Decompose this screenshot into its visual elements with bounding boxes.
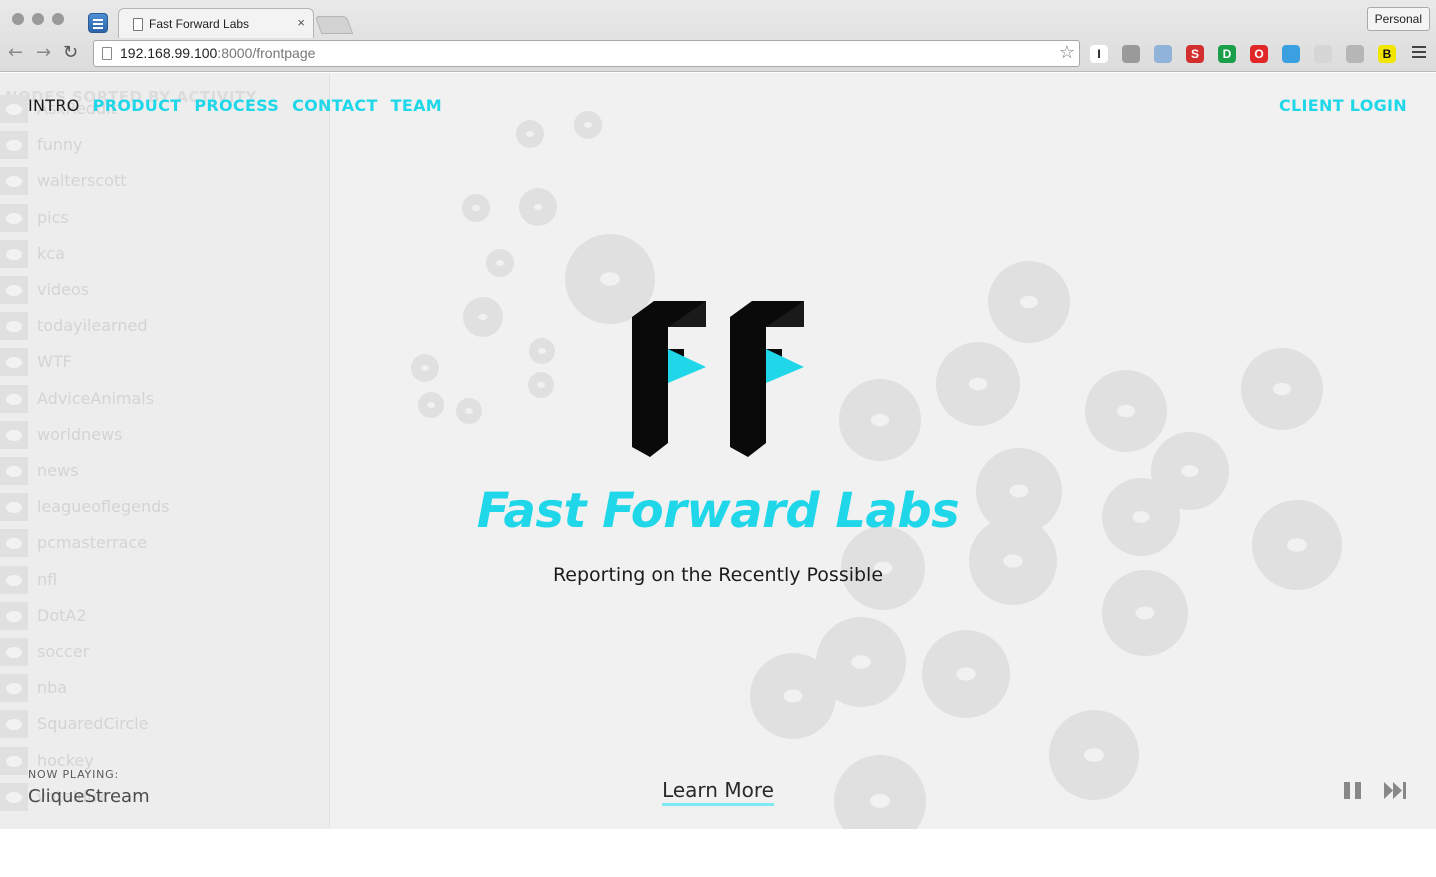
bubble-glyph: [783, 689, 803, 703]
nav-team[interactable]: TEAM: [391, 96, 442, 115]
bird-icon[interactable]: [1282, 45, 1300, 63]
browser-tab[interactable]: Fast Forward Labs ×: [118, 8, 314, 38]
skip-next-icon[interactable]: [1384, 782, 1406, 799]
bookmark-star-icon[interactable]: ☆: [1059, 42, 1075, 63]
bubble-glyph: [584, 122, 592, 128]
bubble-glyph: [526, 131, 534, 137]
bubble-glyph: [465, 408, 473, 414]
pause-icon[interactable]: [1344, 782, 1362, 799]
close-tab-icon[interactable]: ×: [297, 15, 305, 30]
new-tab-button[interactable]: [314, 16, 354, 34]
client-login-link[interactable]: CLIENT LOGIN: [1279, 96, 1407, 115]
image-extension-icon[interactable]: [1346, 45, 1364, 63]
instapaper-icon[interactable]: I: [1090, 45, 1108, 63]
bubble-glyph: [533, 204, 543, 210]
address-bar[interactable]: 192.168.99.100:8000/frontpage ☆: [93, 40, 1080, 67]
d-extension-icon[interactable]: D: [1218, 45, 1236, 63]
window-bottom-area: [0, 829, 1436, 877]
site-nav: INTRO PRODUCT PROCESS CONTACT TEAM: [28, 96, 442, 115]
brand-title: Fast Forward Labs: [476, 483, 960, 539]
browser-chrome: Fast Forward Labs × Personal ← → ↻ 192.1…: [0, 0, 1436, 72]
page-icon: [102, 47, 112, 60]
camera-icon[interactable]: [1154, 45, 1172, 63]
bubble-glyph: [1272, 382, 1292, 396]
bubble-glyph: [1019, 295, 1039, 309]
bubble-glyph: [472, 205, 480, 211]
bubble-glyph: [1084, 748, 1104, 762]
nav-contact[interactable]: CONTACT: [292, 96, 378, 115]
ff-logo: [632, 301, 804, 457]
s-extension-icon[interactable]: S: [1186, 45, 1204, 63]
page-icon: [133, 18, 143, 31]
bubble-glyph: [538, 348, 546, 354]
reload-extension-icon[interactable]: [1314, 45, 1332, 63]
bubble-glyph: [427, 402, 435, 408]
reload-icon[interactable]: ↻: [63, 43, 78, 63]
minimize-window-button[interactable]: [32, 13, 44, 25]
bubble-glyph: [870, 413, 890, 427]
bubble-glyph: [1287, 538, 1307, 552]
b-extension-icon[interactable]: B: [1378, 45, 1396, 63]
bubble-glyph: [956, 667, 976, 681]
forward-icon[interactable]: →: [36, 43, 51, 63]
back-icon[interactable]: ←: [8, 43, 23, 63]
zoom-window-button[interactable]: [52, 13, 64, 25]
url-text[interactable]: 192.168.99.100:8000/frontpage: [120, 45, 315, 61]
nav-intro[interactable]: INTRO: [28, 96, 80, 115]
learn-more-container: Learn More: [0, 778, 1436, 806]
bubble-glyph: [496, 260, 504, 266]
nav-process[interactable]: PROCESS: [194, 96, 279, 115]
url-host: 192.168.99.100: [120, 45, 218, 61]
bubble-glyph: [537, 382, 545, 388]
bubble-glyph: [968, 377, 988, 391]
menu-icon[interactable]: [1412, 46, 1426, 60]
tab-title: Fast Forward Labs: [149, 17, 250, 31]
nav-product[interactable]: PRODUCT: [93, 96, 182, 115]
url-path: :8000/frontpage: [217, 45, 316, 61]
cast-icon[interactable]: [1122, 45, 1140, 63]
bubble-glyph: [421, 365, 429, 371]
bubble-glyph: [600, 272, 620, 286]
close-window-button[interactable]: [12, 13, 24, 25]
app-launcher-icon[interactable]: [88, 13, 108, 33]
bubble-glyph: [1135, 606, 1155, 620]
bubble-glyph: [478, 314, 488, 320]
page-viewport: NODES SORTED BY ACTIVITY AskReddit funny w…: [0, 73, 1436, 829]
learn-more-link[interactable]: Learn More: [662, 778, 774, 806]
opera-icon[interactable]: O: [1250, 45, 1268, 63]
bubble-glyph: [1181, 465, 1199, 477]
profile-button[interactable]: Personal: [1366, 7, 1430, 31]
bubble-glyph: [1116, 404, 1136, 418]
bubble-glyph: [851, 655, 871, 669]
tagline: Reporting on the Recently Possible: [552, 564, 884, 586]
